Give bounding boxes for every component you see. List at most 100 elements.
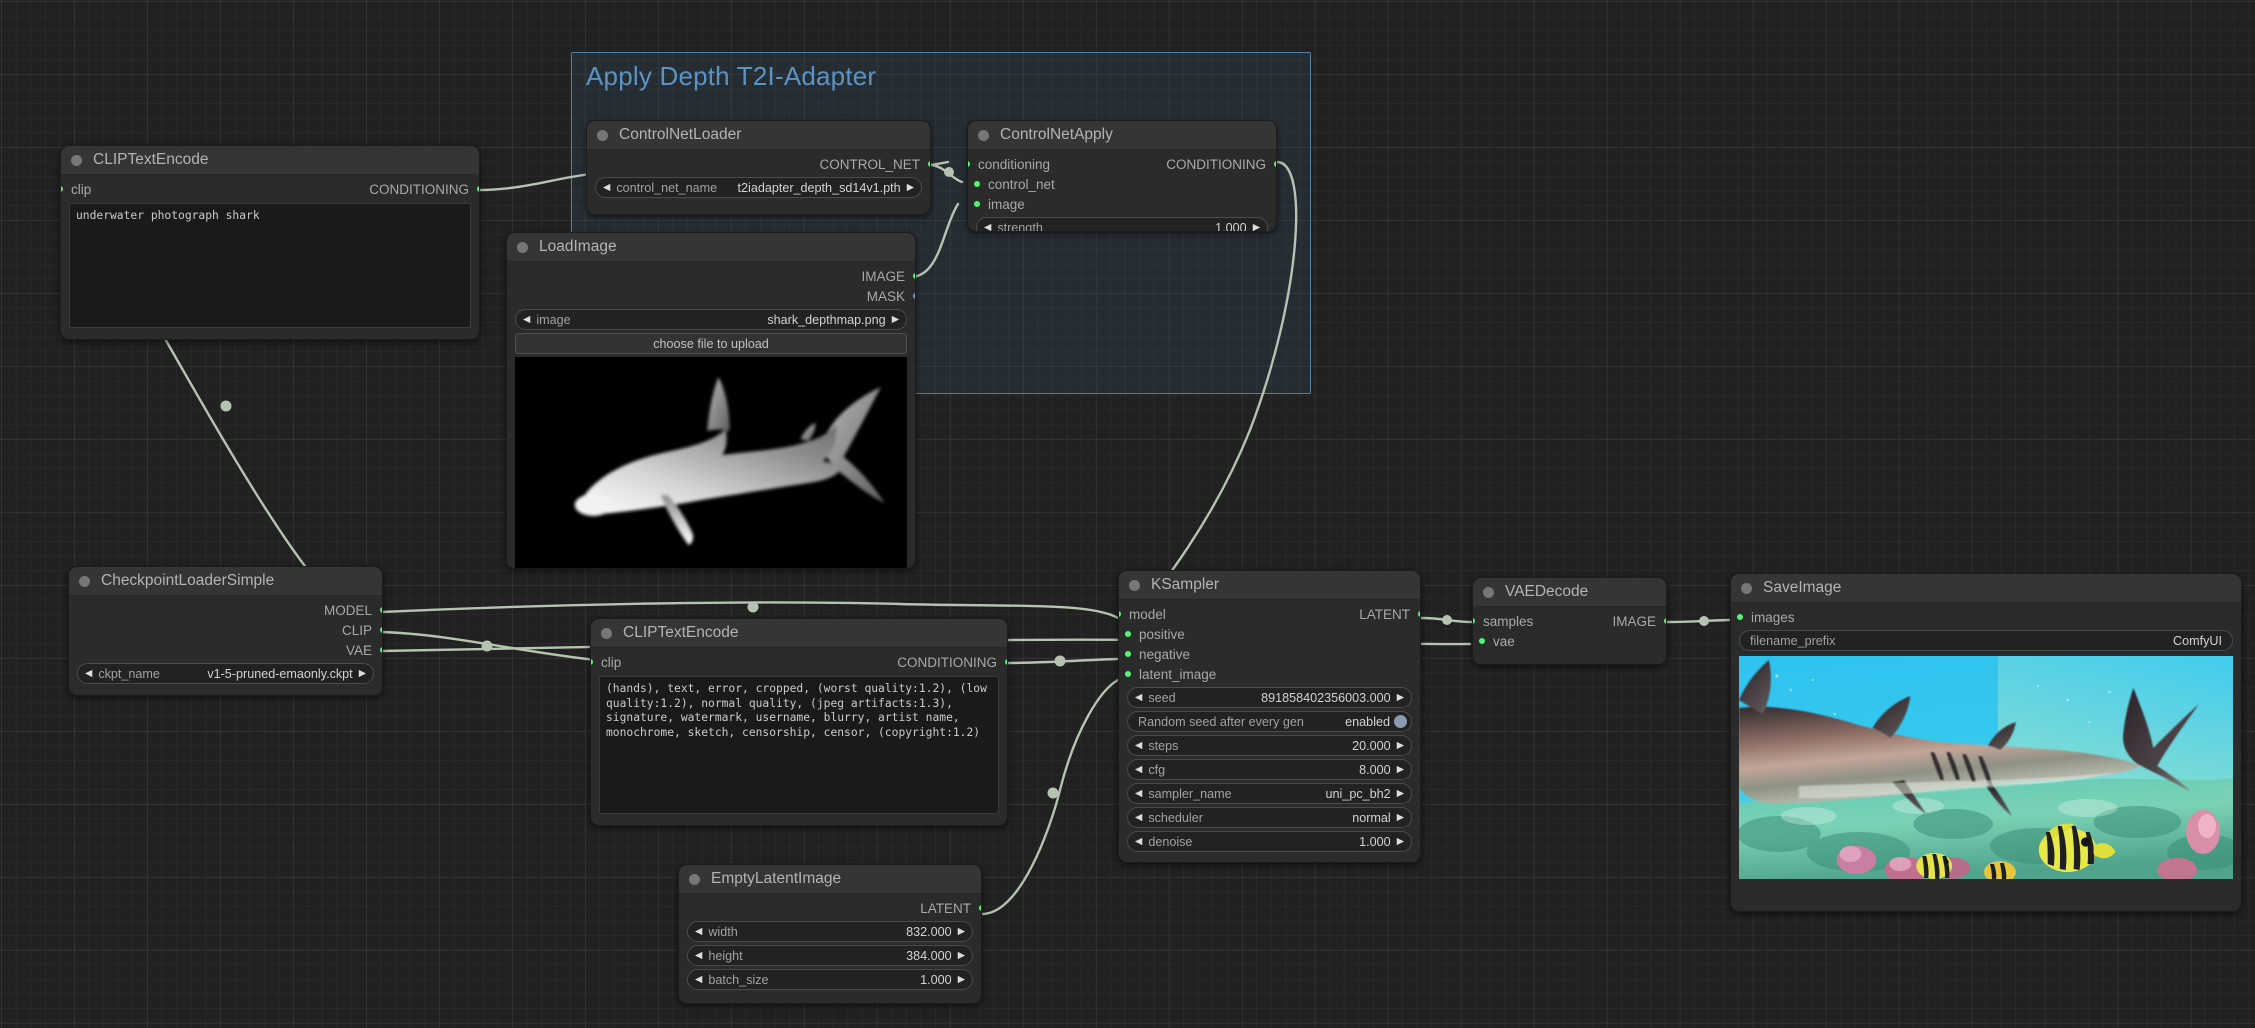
widget-height[interactable]: ◀ height 384.000 ▶ [687, 945, 973, 966]
input-dot-control-net[interactable] [973, 180, 981, 188]
output-image-preview[interactable] [1739, 656, 2233, 879]
output-dot-conditioning[interactable] [476, 185, 480, 193]
output-dot-latent[interactable] [1417, 610, 1421, 618]
node-cliptextencode-positive[interactable]: CLIPTextEncode clip CONDITIONING underwa… [60, 145, 480, 340]
output-dot-mask[interactable] [912, 292, 916, 300]
chevron-left-icon[interactable]: ◀ [1135, 789, 1142, 799]
node-title-bar[interactable]: CLIPTextEncode [61, 146, 479, 175]
output-dot-control-net[interactable] [927, 160, 931, 168]
input-dot-positive[interactable] [1124, 630, 1132, 638]
collapse-dot-icon[interactable] [1483, 587, 1494, 598]
chevron-left-icon[interactable]: ◀ [695, 975, 702, 985]
chevron-right-icon[interactable]: ▶ [907, 183, 914, 193]
chevron-right-icon[interactable]: ▶ [1397, 837, 1404, 847]
chevron-left-icon[interactable]: ◀ [1135, 765, 1142, 775]
output-dot-image[interactable] [912, 272, 916, 280]
widget-steps[interactable]: ◀ steps 20.000 ▶ [1127, 735, 1412, 756]
chevron-right-icon[interactable]: ▶ [1397, 789, 1404, 799]
collapse-dot-icon[interactable] [79, 576, 90, 587]
collapse-dot-icon[interactable] [978, 130, 989, 141]
chevron-left-icon[interactable]: ◀ [984, 223, 991, 232]
chevron-right-icon[interactable]: ▶ [958, 927, 965, 937]
chevron-right-icon[interactable]: ▶ [1397, 741, 1404, 751]
widget-strength[interactable]: ◀ strength 1.000 ▶ [976, 217, 1268, 232]
negative-prompt-textarea[interactable]: (hands), text, error, cropped, (worst qu… [599, 676, 999, 814]
chevron-right-icon[interactable]: ▶ [958, 975, 965, 985]
widget-random-seed-toggle[interactable]: Random seed after every gen enabled [1127, 711, 1412, 732]
widget-batch-size[interactable]: ◀ batch_size 1.000 ▶ [687, 969, 973, 990]
node-title-bar[interactable]: SaveImage [1731, 574, 2241, 603]
input-dot-images[interactable] [1736, 613, 1744, 621]
output-dot-vae[interactable] [379, 646, 383, 654]
node-ksampler[interactable]: KSampler model LATENT positive negative [1118, 570, 1421, 863]
input-dot-samples[interactable] [1472, 617, 1476, 625]
widget-image-file[interactable]: ◀ image shark_depthmap.png ▶ [515, 309, 907, 330]
chevron-right-icon[interactable]: ▶ [892, 315, 899, 325]
input-dot-latent-image[interactable] [1124, 670, 1132, 678]
output-dot-image[interactable] [1663, 617, 1667, 625]
node-graph-canvas[interactable]: Apply Depth T2I-Adapter [0, 0, 2255, 1028]
collapse-dot-icon[interactable] [71, 155, 82, 166]
chevron-right-icon[interactable]: ▶ [1253, 223, 1260, 232]
widget-denoise[interactable]: ◀ denoise 1.000 ▶ [1127, 831, 1412, 852]
node-loadimage[interactable]: LoadImage IMAGE MASK ◀ image shark_depth… [506, 232, 916, 569]
node-vaedecode[interactable]: VAEDecode samples IMAGE vae [1472, 577, 1667, 665]
node-title-bar[interactable]: VAEDecode [1473, 578, 1666, 607]
widget-seed[interactable]: ◀ seed 891858402356003.000 ▶ [1127, 687, 1412, 708]
widget-scheduler[interactable]: ◀ scheduler normal ▶ [1127, 807, 1412, 828]
node-title-bar[interactable]: KSampler [1119, 571, 1420, 600]
collapse-dot-icon[interactable] [601, 628, 612, 639]
depthmap-preview[interactable] [515, 357, 907, 569]
node-controlnetloader[interactable]: ControlNetLoader CONTROL_NET ◀ control_n… [586, 120, 931, 215]
chevron-left-icon[interactable]: ◀ [603, 183, 610, 193]
chevron-left-icon[interactable]: ◀ [1135, 813, 1142, 823]
chevron-right-icon[interactable]: ▶ [1397, 813, 1404, 823]
input-dot-negative[interactable] [1124, 650, 1132, 658]
input-dot-conditioning[interactable] [967, 160, 971, 168]
output-dot-clip[interactable] [379, 626, 383, 634]
collapse-dot-icon[interactable] [517, 242, 528, 253]
toggle-knob-icon[interactable] [1394, 715, 1407, 728]
node-emptylatentimage[interactable]: EmptyLatentImage LATENT ◀ width 832.000 … [678, 864, 982, 1004]
chevron-left-icon[interactable]: ◀ [1135, 693, 1142, 703]
widget-ckpt-name[interactable]: ◀ ckpt_name v1-5-pruned-emaonly.ckpt ▶ [77, 663, 374, 684]
output-dot-latent[interactable] [978, 904, 982, 912]
chevron-right-icon[interactable]: ▶ [958, 951, 965, 961]
node-title-bar[interactable]: ControlNetApply [968, 121, 1276, 150]
chevron-left-icon[interactable]: ◀ [695, 927, 702, 937]
widget-cfg[interactable]: ◀ cfg 8.000 ▶ [1127, 759, 1412, 780]
widget-width[interactable]: ◀ width 832.000 ▶ [687, 921, 973, 942]
chevron-left-icon[interactable]: ◀ [85, 669, 92, 679]
node-checkpointloadersimple[interactable]: CheckpointLoaderSimple MODEL CLIP VAE ◀ … [68, 566, 383, 696]
input-dot-clip[interactable] [590, 658, 594, 666]
widget-control-net-name[interactable]: ◀ control_net_name t2iadapter_depth_sd14… [595, 177, 922, 198]
node-title-bar[interactable]: LoadImage [507, 233, 915, 262]
widget-sampler-name[interactable]: ◀ sampler_name uni_pc_bh2 ▶ [1127, 783, 1412, 804]
widget-filename-prefix[interactable]: filename_prefix ComfyUI [1739, 630, 2233, 651]
chevron-left-icon[interactable]: ◀ [1135, 837, 1142, 847]
input-dot-clip[interactable] [60, 185, 64, 193]
choose-file-to-upload-button[interactable]: choose file to upload [515, 333, 907, 354]
input-dot-vae[interactable] [1478, 637, 1486, 645]
output-dot-model[interactable] [379, 606, 383, 614]
chevron-left-icon[interactable]: ◀ [523, 315, 530, 325]
output-dot-conditioning[interactable] [1004, 658, 1008, 666]
collapse-dot-icon[interactable] [1129, 580, 1140, 591]
node-title-bar[interactable]: ControlNetLoader [587, 121, 930, 150]
output-dot-conditioning[interactable] [1273, 160, 1277, 168]
node-saveimage[interactable]: SaveImage images filename_prefix ComfyUI [1730, 573, 2242, 912]
collapse-dot-icon[interactable] [689, 874, 700, 885]
node-title-bar[interactable]: CLIPTextEncode [591, 619, 1007, 648]
node-title-bar[interactable]: CheckpointLoaderSimple [69, 567, 382, 596]
chevron-left-icon[interactable]: ◀ [695, 951, 702, 961]
chevron-right-icon[interactable]: ▶ [1397, 765, 1404, 775]
collapse-dot-icon[interactable] [1741, 583, 1752, 594]
node-cliptextencode-negative[interactable]: CLIPTextEncode clip CONDITIONING (hands)… [590, 618, 1008, 826]
chevron-left-icon[interactable]: ◀ [1135, 741, 1142, 751]
collapse-dot-icon[interactable] [597, 130, 608, 141]
positive-prompt-textarea[interactable]: underwater photograph shark [69, 203, 471, 328]
chevron-right-icon[interactable]: ▶ [1397, 693, 1404, 703]
node-controlnetapply[interactable]: ControlNetApply conditioning CONDITIONIN… [967, 120, 1277, 232]
input-dot-image[interactable] [973, 200, 981, 208]
node-title-bar[interactable]: EmptyLatentImage [679, 865, 981, 894]
